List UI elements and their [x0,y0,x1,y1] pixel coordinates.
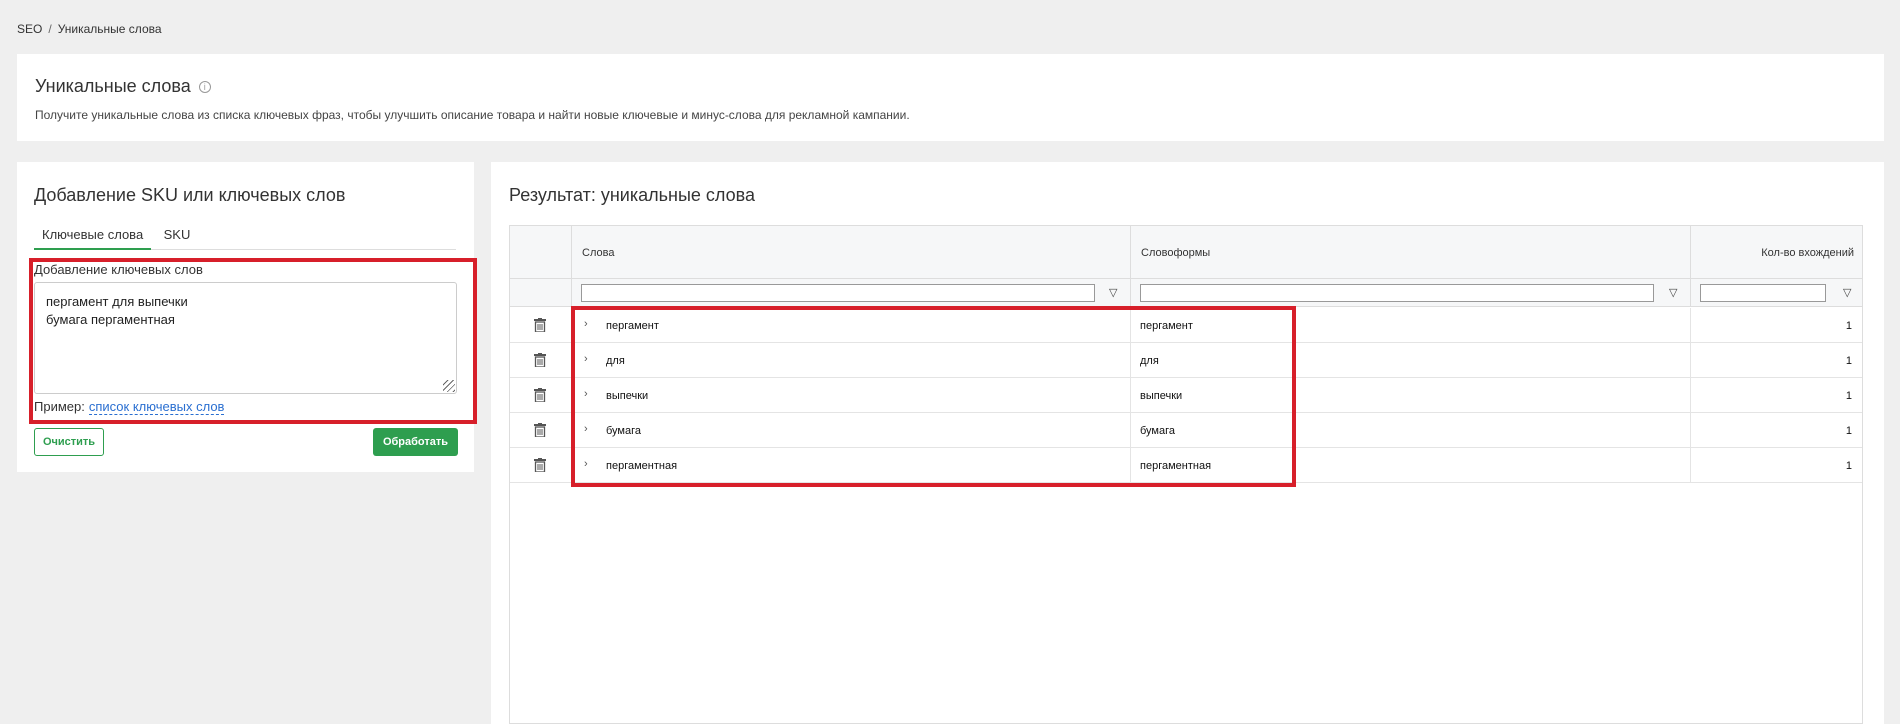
trash-icon[interactable] [534,458,546,472]
table-row[interactable]: › выпечки выпечки 1 [510,378,1862,413]
cell-count: 1 [1845,460,1852,472]
example-prefix: Пример: [34,399,85,414]
cell-form: бумага [1140,425,1176,437]
tab-sku[interactable]: SKU [156,227,199,248]
page-header-card: Уникальные слова i Получите уникальные сл… [17,54,1884,141]
page-title-text: Уникальные слова [35,76,191,96]
table-row[interactable]: › пергаментная пергаментная 1 [510,448,1862,483]
column-header-count-label: Кол-во вхождений [1761,247,1854,259]
trash-icon[interactable] [534,388,546,402]
cell-form: выпечки [1140,390,1183,402]
cell-count: 1 [1845,390,1852,402]
filter-row: ▽ ▽ ▽ [510,279,1862,307]
breadcrumb-separator: / [48,22,52,36]
trash-icon[interactable] [534,353,546,367]
clear-button[interactable]: Очистить [34,428,104,456]
chevron-right-icon[interactable]: › [584,458,588,470]
filter-icon[interactable]: ▽ [1109,286,1117,299]
results-grid: Слова Словоформы Кол-во вхождений ▽ ▽ ▽ [509,225,1863,724]
breadcrumb: SEO / Уникальные слова [17,22,162,36]
example-hint: Пример: список ключевых слов [34,399,225,415]
trash-icon[interactable] [534,318,546,332]
keywords-textarea[interactable] [34,282,457,394]
cell-count: 1 [1845,320,1852,332]
tab-keywords[interactable]: Ключевые слова [34,227,152,250]
input-panel-title: Добавление SKU или ключевых слов [34,185,346,205]
table-row[interactable]: › пергамент пергамент 1 [510,308,1862,343]
page-description: Получите уникальные слова из списка ключ… [35,108,910,122]
filter-icon[interactable]: ▽ [1669,286,1677,299]
info-icon[interactable]: i [198,81,211,94]
chevron-right-icon[interactable]: › [584,353,588,365]
trash-icon[interactable] [534,423,546,437]
filter-input-forms[interactable] [1140,284,1654,302]
resize-grip-icon[interactable] [443,380,455,392]
cell-word: выпечки [606,390,649,402]
page-title: Уникальные слова i [35,76,211,97]
breadcrumb-root[interactable]: SEO [17,22,42,36]
input-panel: Добавление SKU или ключевых слов Ключевы… [17,162,474,472]
results-panel: Результат: уникальные слова Слова Словоф… [491,162,1884,724]
cell-word: пергаментная [606,460,678,472]
breadcrumb-current: Уникальные слова [57,22,162,36]
cell-form: для [1140,355,1159,367]
cell-form: пергаментная [1140,460,1212,472]
column-header-words-label: Слова [582,247,615,259]
table-row[interactable]: › для для 1 [510,343,1862,378]
table-row[interactable]: › бумага бумага 1 [510,413,1862,448]
cell-form: пергамент [1140,320,1193,332]
keywords-field-label: Добавление ключевых слов [34,262,203,277]
cell-count: 1 [1845,355,1852,367]
cell-word: пергамент [606,320,659,332]
column-header-forms-label: Словоформы [1141,247,1211,259]
chevron-right-icon[interactable]: › [584,423,588,435]
filter-input-count[interactable] [1700,284,1826,302]
cell-word: для [606,355,625,367]
example-keywords-link[interactable]: список ключевых слов [88,399,225,415]
column-header-words[interactable]: Слова [571,226,1130,279]
filter-input-words[interactable] [581,284,1095,302]
chevron-right-icon[interactable]: › [584,388,588,400]
cell-word: бумага [606,425,642,437]
chevron-right-icon[interactable]: › [584,318,588,330]
cell-count: 1 [1845,425,1852,437]
column-header-count[interactable]: Кол-во вхождений [1690,226,1864,279]
filter-icon[interactable]: ▽ [1843,286,1851,299]
grid-header: Слова Словоформы Кол-во вхождений [510,226,1862,279]
column-header-forms[interactable]: Словоформы [1130,226,1690,279]
input-tabs: Ключевые слова SKU [34,226,456,250]
process-button[interactable]: Обработать [373,428,458,456]
results-panel-title: Результат: уникальные слова [509,185,755,205]
